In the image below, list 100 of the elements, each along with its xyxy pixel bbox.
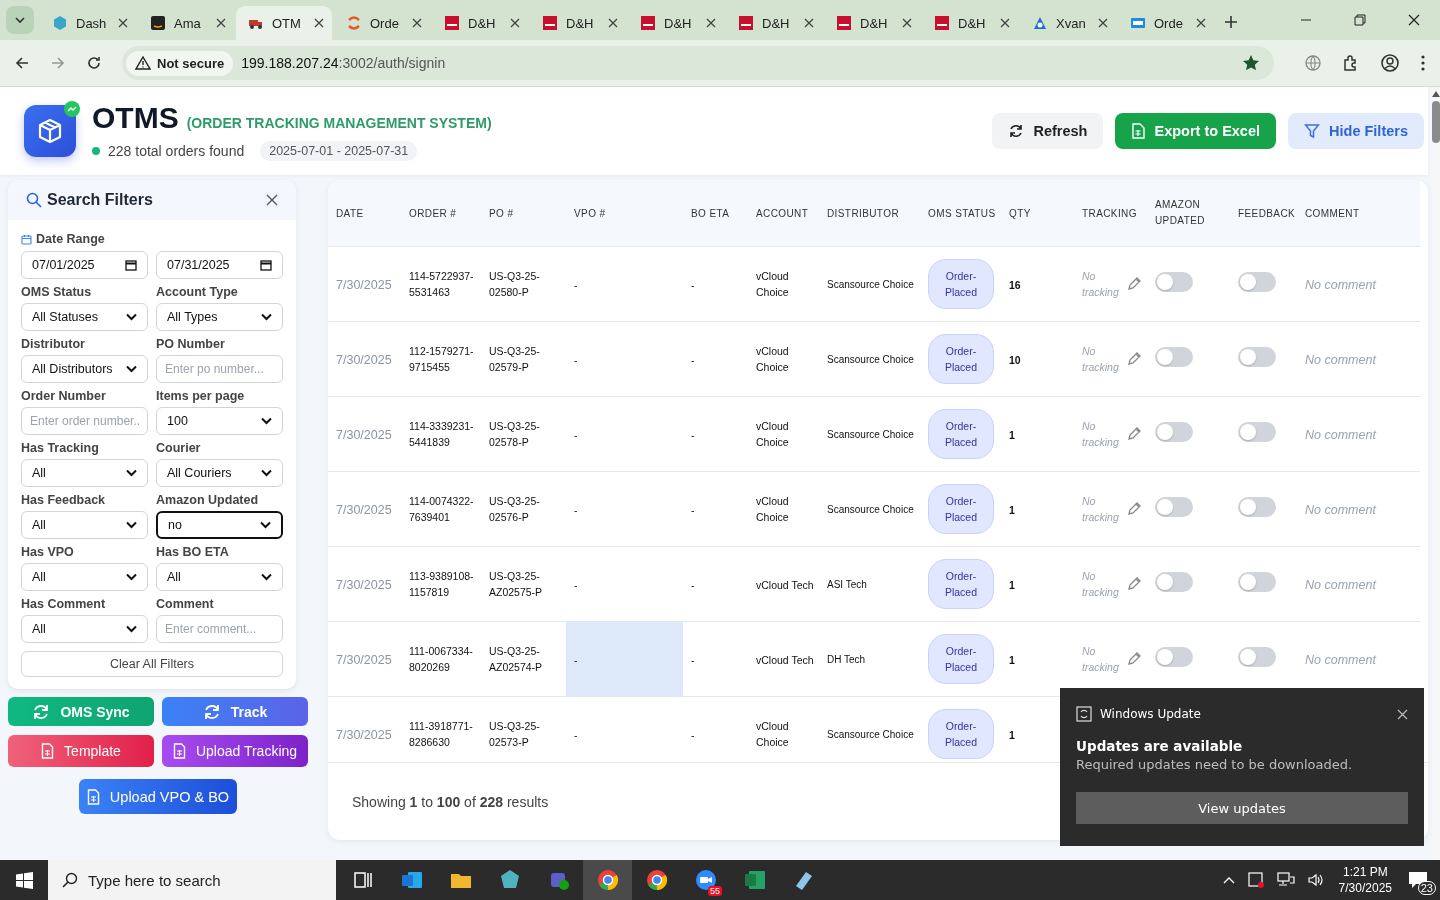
close-icon[interactable]	[118, 18, 128, 28]
browser-tab[interactable]: D&H	[628, 6, 724, 40]
browser-tab[interactable]: Orde	[1118, 6, 1214, 40]
close-icon[interactable]	[1098, 18, 1108, 28]
close-icon[interactable]	[216, 18, 226, 28]
close-icon[interactable]	[608, 18, 618, 28]
close-icon[interactable]	[902, 18, 912, 28]
table-cell-text: vCloud Choice	[756, 268, 790, 300]
dropdown[interactable]: All Couriers	[156, 459, 283, 487]
update-icon[interactable]	[1246, 871, 1265, 889]
date-field[interactable]: 07/31/2025	[156, 251, 283, 279]
table-cell-text: -	[691, 352, 695, 368]
address-bar[interactable]: Not secure 199.188.207.24:3002/auth/signin	[122, 46, 1274, 80]
tab-title: Orde	[1154, 15, 1184, 31]
toggle-switch[interactable]	[1238, 646, 1276, 667]
taskbar-app[interactable]: 55	[681, 860, 730, 900]
dropdown[interactable]: All	[21, 459, 148, 487]
close-icon[interactable]	[314, 18, 324, 28]
taskbar-search-field[interactable]: Type here to search	[48, 860, 336, 900]
dropdown[interactable]: 100	[156, 407, 283, 435]
close-icon[interactable]	[412, 18, 422, 28]
dropdown[interactable]: All	[21, 615, 148, 643]
date-field[interactable]: 07/01/2025	[21, 251, 148, 279]
browser-tab[interactable]: D&H	[432, 6, 528, 40]
clear-filters-button[interactable]: Clear All Filters	[21, 651, 283, 677]
close-icon[interactable]	[804, 18, 814, 28]
close-icon[interactable]	[266, 194, 278, 206]
input-field[interactable]: Enter order number..	[21, 407, 148, 435]
speaker-icon[interactable]	[1306, 871, 1325, 889]
pencil-icon[interactable]	[1126, 650, 1142, 667]
browser-tab[interactable]: Ama	[138, 6, 234, 40]
toggle-switch[interactable]	[1155, 346, 1193, 367]
dropdown[interactable]: All	[156, 563, 283, 591]
pencil-icon[interactable]	[1126, 500, 1142, 517]
status-badge: Order-Placed	[928, 258, 994, 309]
view-updates-button[interactable]: View updates	[1076, 792, 1408, 824]
toggle-switch[interactable]	[1238, 271, 1276, 292]
security-chip[interactable]: Not secure	[126, 50, 234, 76]
header-button[interactable]: Refresh	[992, 113, 1104, 149]
header-button[interactable]: Hide Filters	[1288, 113, 1424, 149]
toggle-switch[interactable]	[1155, 571, 1193, 592]
input-field[interactable]: Enter comment...	[156, 615, 283, 643]
close-icon[interactable]	[1397, 708, 1408, 720]
close-icon[interactable]	[1196, 18, 1206, 28]
toggle-switch[interactable]	[1155, 421, 1193, 442]
status-badge: Order-Placed	[928, 483, 994, 534]
pencil-icon[interactable]	[1126, 575, 1142, 592]
browser-tab[interactable]: D&H	[726, 6, 822, 40]
toggle-switch[interactable]	[1155, 646, 1193, 667]
close-icon[interactable]	[1408, 14, 1420, 26]
scroll-up-icon[interactable]	[1432, 91, 1440, 97]
scrollbar-thumb[interactable]	[1432, 101, 1440, 143]
dropdown[interactable]: no	[156, 511, 283, 539]
toggle-switch[interactable]	[1238, 421, 1276, 442]
reload-icon[interactable]	[86, 55, 102, 71]
restore-icon[interactable]	[1354, 14, 1366, 26]
table-cell-text: US-Q3-25-02573-P	[489, 718, 541, 750]
pencil-icon[interactable]	[1126, 350, 1142, 367]
toggle-switch[interactable]	[1238, 496, 1276, 517]
new-tab-icon[interactable]	[1224, 15, 1238, 29]
browser-tab[interactable]: D&H	[530, 6, 626, 40]
action-button[interactable]: Template	[8, 735, 154, 767]
input-field[interactable]: Enter po number...	[156, 355, 283, 383]
close-icon[interactable]	[1000, 18, 1010, 28]
pencil-icon[interactable]	[1126, 425, 1142, 442]
browser-tab[interactable]: Dash	[40, 6, 136, 40]
browser-tab[interactable]: D&H	[824, 6, 920, 40]
toggle-switch[interactable]	[1155, 496, 1193, 517]
menu-icon[interactable]	[1420, 54, 1426, 72]
dropdown[interactable]: All Distributors	[21, 355, 148, 383]
clock[interactable]: 1:21 PM 7/30/2025	[1338, 864, 1392, 896]
browser-tab[interactable]: D&H	[922, 6, 1018, 40]
back-icon[interactable]	[14, 55, 30, 71]
chevron-up-icon[interactable]	[1222, 876, 1235, 884]
column-header: QTY	[1009, 207, 1031, 222]
dropdown[interactable]: All Types	[156, 303, 283, 331]
toggle-switch[interactable]	[1238, 346, 1276, 367]
pencil-icon[interactable]	[1126, 275, 1142, 292]
profile-icon[interactable]	[1380, 53, 1400, 73]
taskbar-app[interactable]	[583, 860, 632, 900]
tab-search-button[interactable]	[6, 6, 34, 34]
close-icon[interactable]	[510, 18, 520, 28]
dropdown[interactable]: All Statuses	[21, 303, 148, 331]
action-button[interactable]: Upload VPO & BO	[79, 779, 237, 814]
dropdown[interactable]: All	[21, 563, 148, 591]
browser-tab[interactable]: Orde	[334, 6, 430, 40]
network-icon[interactable]	[1276, 871, 1295, 889]
star-icon[interactable]	[1242, 54, 1260, 72]
close-icon[interactable]	[706, 18, 716, 28]
field-label: Date Range	[36, 232, 105, 246]
action-button[interactable]: Track	[162, 697, 308, 726]
action-button[interactable]: Upload Tracking	[162, 735, 308, 767]
browser-tab[interactable]: Xvan	[1020, 6, 1116, 40]
dropdown[interactable]: All	[21, 511, 148, 539]
globe-icon[interactable]	[1304, 54, 1322, 72]
date-range-chip: 2025-07-01 - 2025-07-31	[260, 141, 418, 161]
toggle-switch[interactable]	[1238, 571, 1276, 592]
scrollbar[interactable]	[1432, 87, 1440, 860]
browser-tab[interactable]: OTM	[236, 6, 332, 40]
toggle-switch[interactable]	[1155, 271, 1193, 292]
